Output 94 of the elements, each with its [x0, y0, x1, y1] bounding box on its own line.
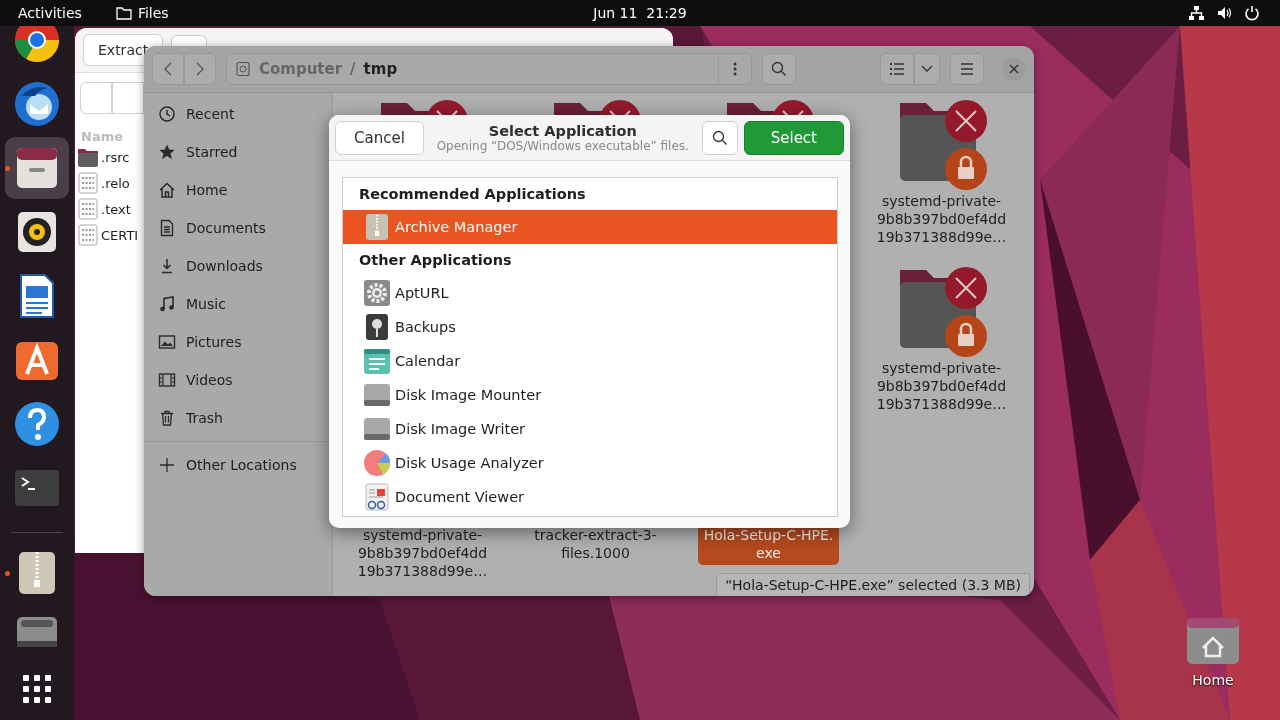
search-button[interactable]	[762, 53, 796, 85]
music-note-icon	[158, 295, 176, 313]
sidebar-item[interactable]: Music	[144, 285, 332, 323]
pie-chart-icon	[363, 449, 391, 477]
path-separator: /	[350, 60, 356, 78]
search-icon	[711, 129, 728, 146]
file-name[interactable]: systemd-private- 9b8b397bd0ef4dd 19b371388d99e…	[870, 358, 1013, 416]
activities-button[interactable]: Activities	[18, 5, 82, 21]
drive-icon	[235, 61, 251, 77]
sidebar-item[interactable]: Other Locations	[144, 446, 332, 484]
document-glasses-icon	[363, 483, 391, 511]
folder-icon	[77, 146, 99, 168]
clock-icon	[158, 105, 176, 123]
drive-icon	[363, 415, 391, 443]
power-icon	[1244, 5, 1260, 21]
dialog-title: Select Application	[488, 122, 637, 139]
chevron-right-icon	[195, 62, 205, 76]
application-item[interactable]: Backups	[343, 310, 837, 344]
search-icon	[771, 61, 787, 77]
network-icon	[1188, 5, 1204, 21]
sidebar-item[interactable]: Downloads	[144, 247, 332, 285]
app-menu[interactable]: Files	[115, 5, 169, 21]
volume-icon	[1216, 5, 1232, 21]
sidebar-label[interactable]: Documents	[186, 220, 266, 236]
dialog-subtitle: Opening “DOS/Windows executable” files.	[436, 138, 689, 153]
file-name[interactable]: Hola-Setup-C-HPE. exe	[697, 525, 840, 565]
sidebar-item[interactable]: Home	[144, 171, 332, 209]
search-button[interactable]	[701, 120, 738, 155]
application-item[interactable]: Disk Image Writer	[343, 412, 837, 446]
application-item[interactable]: Document Viewer	[343, 480, 837, 514]
browser-icon	[13, 26, 61, 64]
home-folder-icon	[1185, 616, 1241, 666]
menu-icon	[960, 63, 974, 75]
dock-item[interactable]	[5, 137, 69, 199]
application-item[interactable]: Disk Usage Analyzer	[343, 446, 837, 480]
sidebar-label[interactable]: Trash	[186, 410, 223, 426]
sidebar-item[interactable]: Documents	[144, 209, 332, 247]
drive-icon	[363, 381, 391, 409]
file-name[interactable]: CERTI	[101, 227, 139, 243]
sidebar-item[interactable]: Starred	[144, 133, 332, 171]
sidebar-label[interactable]: Pictures	[186, 334, 242, 350]
help-icon	[13, 400, 61, 448]
gear-icon	[363, 279, 391, 307]
section-heading: Recommended Applications	[359, 186, 586, 202]
application-item[interactable]: Calendar	[343, 344, 837, 378]
film-icon	[158, 371, 176, 389]
star-icon	[158, 143, 176, 161]
sidebar-item[interactable]: Trash	[144, 399, 332, 437]
sidebar-label[interactable]: Home	[186, 182, 228, 198]
safe-icon	[363, 313, 391, 341]
sidebar-label[interactable]: Music	[186, 296, 226, 312]
cancel-button[interactable]: Cancel	[335, 120, 424, 155]
application-item[interactable]: Archive Manager	[343, 210, 837, 244]
list-view-icon	[889, 62, 905, 76]
file-name[interactable]: .rsrc	[101, 149, 130, 165]
section-heading: Other Applications	[359, 252, 512, 268]
sidebar-item[interactable]: Recent	[144, 95, 332, 133]
desktop-icon-label[interactable]: Home	[1192, 672, 1234, 688]
file-name[interactable]: systemd-private- 9b8b397bd0ef4dd 19b371388d99e…	[351, 525, 494, 583]
calendar-icon	[363, 347, 391, 375]
file-name[interactable]: systemd-private- 9b8b397bd0ef4dd 19b371388d99e…	[870, 191, 1013, 249]
sidebar-item[interactable]: Videos	[144, 361, 332, 399]
application-item[interactable]: Disk Image Mounter	[343, 378, 837, 412]
sidebar-label[interactable]: Downloads	[186, 258, 263, 274]
status-bar: “Hola-Setup-C-HPE.exe” selected (3.3 MB)	[716, 573, 1030, 596]
chevron-left-icon	[163, 62, 173, 76]
folder-icon	[115, 6, 132, 20]
path-segment[interactable]: tmp	[363, 60, 398, 78]
caret-icon	[921, 65, 933, 73]
clock[interactable]: Jun 11 21:29	[593, 5, 687, 21]
file-name[interactable]: .text	[101, 201, 131, 217]
select-button[interactable]: Select	[743, 120, 844, 155]
trash-icon	[158, 409, 176, 427]
app-name[interactable]: Files	[137, 5, 169, 21]
bird-icon	[13, 80, 61, 128]
picture-icon	[158, 333, 176, 351]
plus-icon	[158, 456, 176, 474]
close-icon	[1009, 64, 1019, 74]
sidebar-label[interactable]: Starred	[186, 144, 238, 160]
path-bar[interactable]: Computer / tmp	[226, 53, 752, 85]
document-icon	[158, 219, 176, 237]
home-icon	[158, 181, 176, 199]
close-button[interactable]	[1002, 57, 1026, 81]
sidebar-label[interactable]: Other Locations	[186, 457, 297, 473]
file-name[interactable]: tracker-extract-3- files.1000	[528, 525, 663, 565]
application-item[interactable]: AptURL	[343, 276, 837, 310]
sidebar-label[interactable]: Videos	[186, 372, 233, 388]
sidebar-label[interactable]: Recent	[186, 106, 235, 122]
view-button[interactable]	[880, 53, 914, 85]
more-icon	[733, 62, 737, 76]
file-name[interactable]: .relo	[101, 175, 130, 191]
sidebar-item[interactable]: Pictures	[144, 323, 332, 361]
zipper-icon	[363, 213, 391, 241]
menu-button[interactable]	[950, 53, 984, 85]
